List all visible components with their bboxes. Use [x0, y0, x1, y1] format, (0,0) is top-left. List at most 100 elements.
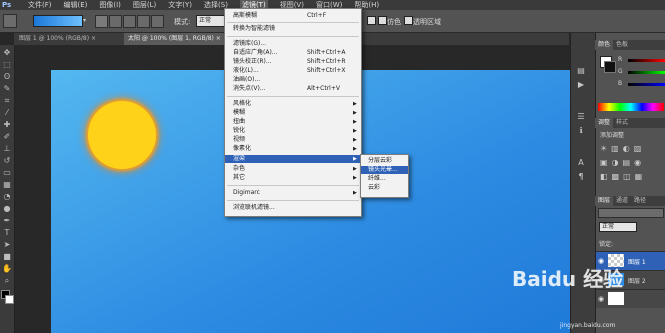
tab-color[interactable]: 颜色	[595, 40, 614, 50]
menu-type[interactable]: 文字(Y)	[168, 0, 192, 10]
chevron-down-icon[interactable]: ▾	[83, 17, 86, 24]
menu-item-distort[interactable]: 扭曲 ▶	[225, 118, 361, 126]
type-tool-icon[interactable]: T	[2, 227, 12, 238]
layer-name[interactable]: 图层 2	[628, 276, 646, 285]
lasso-tool-icon[interactable]: ʘ	[2, 71, 12, 82]
gradient-tool-icon[interactable]	[3, 14, 17, 28]
submenu-item-lens-flare[interactable]: 镜头光晕...	[361, 166, 408, 174]
crop-tool-icon[interactable]: ⌗	[2, 95, 12, 106]
menu-image[interactable]: 图像(I)	[99, 0, 121, 10]
slider-r-track[interactable]	[628, 59, 665, 62]
background-color-swatch[interactable]	[5, 295, 14, 304]
submenu-item-clouds[interactable]: 云彩	[361, 184, 408, 192]
slider-b[interactable]: B	[618, 79, 665, 89]
radial-gradient-button[interactable]	[109, 15, 122, 28]
slider-b-track[interactable]	[628, 83, 665, 86]
menu-item-vanishing-point[interactable]: 消失点(V)... Alt+Ctrl+V	[225, 85, 361, 93]
menu-item-blur[interactable]: 模糊 ▶	[225, 109, 361, 117]
submenu-arrow-icon: ▶	[353, 101, 357, 107]
submenu-item-difference-clouds[interactable]: 分层云彩	[361, 157, 408, 165]
angle-gradient-button[interactable]	[123, 15, 136, 28]
menu-item-stylize[interactable]: 风格化 ▶	[225, 100, 361, 108]
eyedropper-tool-icon[interactable]: ⁄	[2, 107, 12, 118]
reverse-checkbox[interactable]	[367, 16, 376, 25]
tab-adjustments[interactable]: 调整	[595, 118, 614, 128]
gradient-swatch[interactable]	[33, 15, 83, 27]
healing-tool-icon[interactable]: ✚	[2, 119, 12, 130]
dodge-tool-icon[interactable]: ●	[2, 203, 12, 214]
move-tool-icon[interactable]: ✥	[2, 47, 12, 58]
character-icon[interactable]: A	[575, 158, 587, 168]
menu-item-video[interactable]: 视频 ▶	[225, 136, 361, 144]
marquee-tool-icon[interactable]: ⬚	[2, 59, 12, 70]
quick-select-tool-icon[interactable]: ✎	[2, 83, 12, 94]
tab-channels[interactable]: 通道	[613, 196, 631, 206]
render-submenu: 分层云彩 镜头光晕... 纤维... 云彩	[360, 154, 409, 198]
menu-file[interactable]: 文件(F)	[28, 0, 52, 10]
eraser-tool-icon[interactable]: ▭	[2, 167, 12, 178]
adjustment-icons-grid[interactable]: ☀▥◐▨ ▣◑▤◉ ◧▩◫▦	[600, 142, 664, 192]
brush-tool-icon[interactable]: ✐	[2, 131, 12, 142]
slider-r-label: R	[618, 56, 623, 63]
reflected-gradient-button[interactable]	[137, 15, 150, 28]
transparency-checkbox[interactable]	[404, 16, 413, 25]
hand-tool-icon[interactable]: ✋	[2, 263, 12, 274]
history-icon[interactable]: ▤	[575, 66, 587, 76]
menu-item-last-filter[interactable]: 高斯模糊 Ctrl+F	[225, 12, 361, 20]
menu-item-pixelate[interactable]: 像素化 ▶	[225, 145, 361, 153]
baidu-watermark: Baidu 经验	[512, 263, 623, 292]
tab-paths[interactable]: 路径	[631, 196, 649, 206]
menu-item-liquify[interactable]: 液化(L)... Shift+Ctrl+X	[225, 67, 361, 75]
stamp-tool-icon[interactable]: ⊥	[2, 143, 12, 154]
properties-icon[interactable]: ☰	[575, 112, 587, 122]
actions-icon[interactable]: ▶	[575, 80, 587, 90]
tab-swatches[interactable]: 色板	[613, 40, 631, 50]
menu-item-smart-filter[interactable]: 转换为智能滤镜	[225, 25, 361, 33]
layers-panel-tabs: 图层 通道 路径	[595, 196, 665, 206]
color-spectrum-bar[interactable]	[598, 103, 664, 111]
menu-item-digimarc[interactable]: Digimarc ▶	[225, 189, 361, 197]
slider-g-track[interactable]	[628, 71, 665, 74]
tab-document-1[interactable]: 图层 1 @ 100% (RGB/8) ×	[15, 33, 100, 45]
menu-edit[interactable]: 编辑(E)	[64, 0, 88, 10]
info-icon[interactable]: ℹ	[575, 126, 587, 136]
menu-item-render[interactable]: 渲染 ▶	[225, 155, 361, 163]
layer-name[interactable]: 图层 1	[628, 257, 646, 266]
diamond-gradient-button[interactable]	[151, 15, 164, 28]
mode-select[interactable]: 正常	[196, 15, 226, 27]
menu-divider	[227, 96, 359, 97]
menu-layer[interactable]: 图层(L)	[133, 0, 156, 10]
path-select-tool-icon[interactable]: ➤	[2, 239, 12, 250]
color-panel-tabs: 颜色 色板	[595, 40, 665, 50]
zoom-tool-icon[interactable]: ⌕	[2, 275, 12, 286]
slider-r[interactable]: R	[618, 55, 665, 65]
menu-item-adaptive-wide-angle[interactable]: 自适应广角(A)... Shift+Ctrl+A	[225, 49, 361, 57]
panel-background-swatch[interactable]	[604, 61, 616, 73]
menu-item-other[interactable]: 其它 ▶	[225, 174, 361, 182]
blend-mode-select[interactable]: 正常	[599, 222, 637, 232]
tab-document-sun[interactable]: 太阳 @ 100% (图层 1, RGB/8) ×	[124, 33, 225, 45]
paragraph-icon[interactable]: ¶	[575, 172, 587, 182]
tab-styles[interactable]: 样式	[613, 118, 631, 128]
menu-item-filter-gallery[interactable]: 滤镜库(G)...	[225, 40, 361, 48]
menu-item-sharpen[interactable]: 锐化 ▶	[225, 127, 361, 135]
menu-item-browse-online[interactable]: 浏览联机滤镜...	[225, 204, 361, 212]
tab-layers[interactable]: 图层	[595, 196, 614, 206]
adjustments-panel-tabs: 调整 样式	[595, 118, 665, 128]
watermark-text: Baidu 经验	[512, 267, 624, 291]
menu-item-lens-correction[interactable]: 镜头校正(R)... Shift+Ctrl+R	[225, 58, 361, 66]
linear-gradient-button[interactable]	[95, 15, 108, 28]
layer-filter-select[interactable]	[598, 208, 664, 218]
gradient-tool-icon[interactable]: ▦	[2, 179, 12, 190]
history-brush-tool-icon[interactable]: ↺	[2, 155, 12, 166]
slider-g[interactable]: G	[618, 67, 665, 77]
pen-tool-icon[interactable]: ✒	[2, 215, 12, 226]
eye-icon[interactable]: ◉	[598, 295, 604, 303]
menu-divider	[227, 185, 359, 186]
dither-checkbox[interactable]	[378, 16, 387, 25]
menu-item-oil-paint[interactable]: 油画(O)...	[225, 76, 361, 84]
blur-tool-icon[interactable]: ◔	[2, 191, 12, 202]
menu-item-noise[interactable]: 杂色 ▶	[225, 165, 361, 173]
submenu-item-fibers[interactable]: 纤维...	[361, 175, 408, 183]
shape-tool-icon[interactable]: ■	[2, 251, 12, 262]
